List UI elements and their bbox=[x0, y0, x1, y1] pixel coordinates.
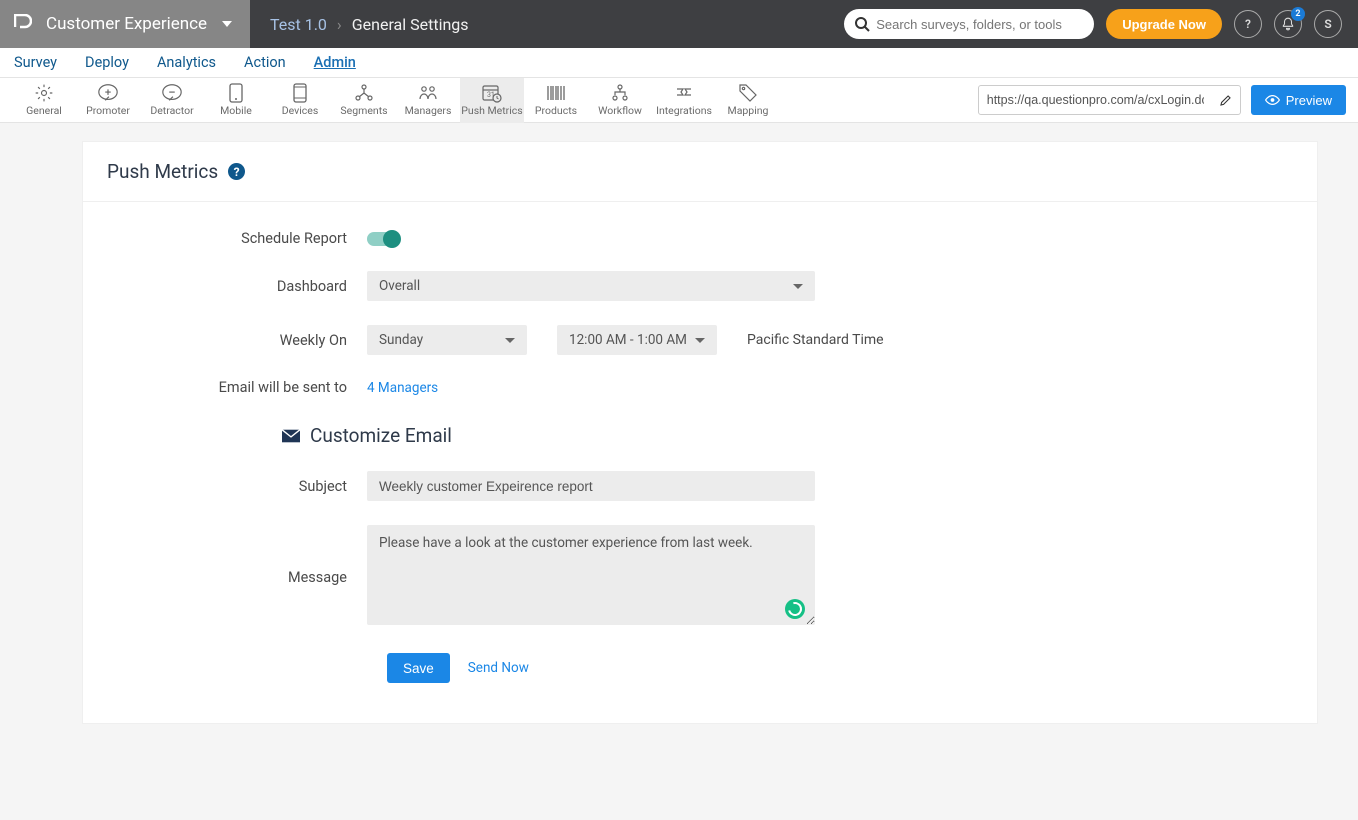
tab-action[interactable]: Action bbox=[244, 54, 286, 71]
envelope-icon bbox=[282, 429, 300, 443]
dashboard-select[interactable]: Overall bbox=[367, 271, 815, 301]
breadcrumb-project[interactable]: Test 1.0 bbox=[270, 15, 327, 34]
toolbar-right: Preview bbox=[978, 85, 1346, 115]
url-input[interactable] bbox=[979, 93, 1212, 107]
tool-push-metrics[interactable]: 31 Push Metrics bbox=[460, 78, 524, 123]
tool-general[interactable]: General bbox=[12, 78, 76, 123]
segments-icon bbox=[354, 83, 374, 103]
product-name: Customer Experience bbox=[46, 14, 222, 34]
tool-products[interactable]: Products bbox=[524, 78, 588, 123]
row-subject: Subject bbox=[107, 471, 1293, 501]
form: Schedule Report Dashboard Overall Weekly… bbox=[83, 202, 1317, 723]
workflow-icon bbox=[610, 83, 630, 103]
notification-badge: 2 bbox=[1291, 7, 1305, 21]
message-textarea[interactable] bbox=[367, 525, 815, 625]
search-input[interactable] bbox=[844, 9, 1094, 39]
row-dashboard: Dashboard Overall bbox=[107, 271, 1293, 301]
row-weekly: Weekly On Sunday 12:00 AM - 1:00 AM Paci… bbox=[107, 325, 1293, 355]
subject-input[interactable] bbox=[367, 471, 815, 501]
gear-icon bbox=[34, 83, 54, 103]
primary-tabs: Survey Deploy Analytics Action Admin bbox=[0, 48, 1358, 78]
tool-mapping[interactable]: Mapping bbox=[716, 78, 780, 123]
search-icon bbox=[854, 16, 870, 32]
message-label: Message bbox=[107, 569, 367, 586]
schedule-label: Schedule Report bbox=[107, 230, 367, 247]
tool-mobile[interactable]: Mobile bbox=[204, 78, 268, 123]
weekly-day-select[interactable]: Sunday bbox=[367, 325, 527, 355]
row-schedule: Schedule Report bbox=[107, 230, 1293, 247]
button-row: Save Send Now bbox=[387, 653, 1293, 683]
question-icon: ? bbox=[1245, 17, 1251, 31]
help-button[interactable]: ? bbox=[1234, 10, 1262, 38]
edit-url-button[interactable] bbox=[1212, 94, 1240, 107]
row-email-sent: Email will be sent to 4 Managers bbox=[107, 379, 1293, 396]
help-icon[interactable]: ? bbox=[228, 163, 245, 180]
mobile-icon bbox=[229, 83, 243, 103]
product-switcher[interactable]: Customer Experience bbox=[0, 0, 250, 48]
caret-down-icon bbox=[505, 338, 515, 343]
top-bar: Customer Experience Test 1.0 › General S… bbox=[0, 0, 1358, 48]
avatar-initial: S bbox=[1324, 17, 1331, 31]
pencil-icon bbox=[1219, 94, 1232, 107]
tool-list: General Promoter Detractor Mobile Device… bbox=[12, 78, 780, 123]
calendar-clock-icon: 31 bbox=[482, 83, 502, 103]
tool-devices[interactable]: Devices bbox=[268, 78, 332, 123]
tag-icon bbox=[738, 83, 758, 103]
card: Push Metrics ? Schedule Report Dashboard… bbox=[82, 141, 1318, 724]
sub-toolbar: General Promoter Detractor Mobile Device… bbox=[0, 78, 1358, 123]
integrations-icon bbox=[674, 83, 694, 103]
breadcrumb: Test 1.0 › General Settings bbox=[250, 15, 469, 34]
timezone-text: Pacific Standard Time bbox=[747, 332, 884, 348]
tab-deploy[interactable]: Deploy bbox=[85, 54, 129, 71]
tool-segments[interactable]: Segments bbox=[332, 78, 396, 123]
caret-down-icon bbox=[695, 338, 705, 343]
breadcrumb-page: General Settings bbox=[352, 15, 469, 34]
tab-admin[interactable]: Admin bbox=[314, 54, 356, 71]
minus-bubble-icon bbox=[161, 83, 183, 103]
url-box bbox=[978, 85, 1241, 115]
customize-email-heading: Customize Email bbox=[282, 424, 1293, 447]
chevron-right-icon: › bbox=[337, 15, 342, 34]
tool-workflow[interactable]: Workflow bbox=[588, 78, 652, 123]
tab-survey[interactable]: Survey bbox=[14, 54, 57, 71]
managers-icon bbox=[418, 83, 438, 103]
tab-analytics[interactable]: Analytics bbox=[157, 54, 216, 71]
row-message: Message bbox=[107, 525, 1293, 629]
save-button[interactable]: Save bbox=[387, 653, 450, 683]
managers-link[interactable]: 4 Managers bbox=[367, 380, 438, 396]
schedule-toggle[interactable] bbox=[367, 232, 399, 246]
plus-bubble-icon bbox=[97, 83, 119, 103]
card-header: Push Metrics ? bbox=[83, 142, 1317, 202]
devices-icon bbox=[293, 83, 307, 103]
upgrade-button[interactable]: Upgrade Now bbox=[1106, 9, 1222, 39]
tool-detractor[interactable]: Detractor bbox=[140, 78, 204, 123]
notifications-button[interactable]: 2 bbox=[1274, 10, 1302, 38]
weekly-label: Weekly On bbox=[107, 332, 367, 349]
preview-button[interactable]: Preview bbox=[1251, 85, 1346, 115]
caret-down-icon bbox=[793, 284, 803, 289]
weekly-time-select[interactable]: 12:00 AM - 1:00 AM bbox=[557, 325, 717, 355]
email-sent-label: Email will be sent to bbox=[107, 379, 367, 396]
content: Push Metrics ? Schedule Report Dashboard… bbox=[0, 123, 1358, 764]
tool-promoter[interactable]: Promoter bbox=[76, 78, 140, 123]
page-title: Push Metrics bbox=[107, 160, 218, 183]
subject-label: Subject bbox=[107, 478, 367, 495]
logo-icon bbox=[14, 14, 32, 34]
top-right-controls: Upgrade Now ? 2 S bbox=[844, 9, 1358, 39]
barcode-icon bbox=[546, 83, 566, 103]
grammarly-icon[interactable] bbox=[785, 599, 805, 619]
tool-managers[interactable]: Managers bbox=[396, 78, 460, 123]
search-wrap bbox=[844, 9, 1094, 39]
send-now-link[interactable]: Send Now bbox=[468, 660, 529, 676]
caret-down-icon bbox=[222, 21, 232, 27]
avatar-button[interactable]: S bbox=[1314, 10, 1342, 38]
eye-icon bbox=[1265, 94, 1280, 106]
dashboard-label: Dashboard bbox=[107, 278, 367, 295]
tool-integrations[interactable]: Integrations bbox=[652, 78, 716, 123]
